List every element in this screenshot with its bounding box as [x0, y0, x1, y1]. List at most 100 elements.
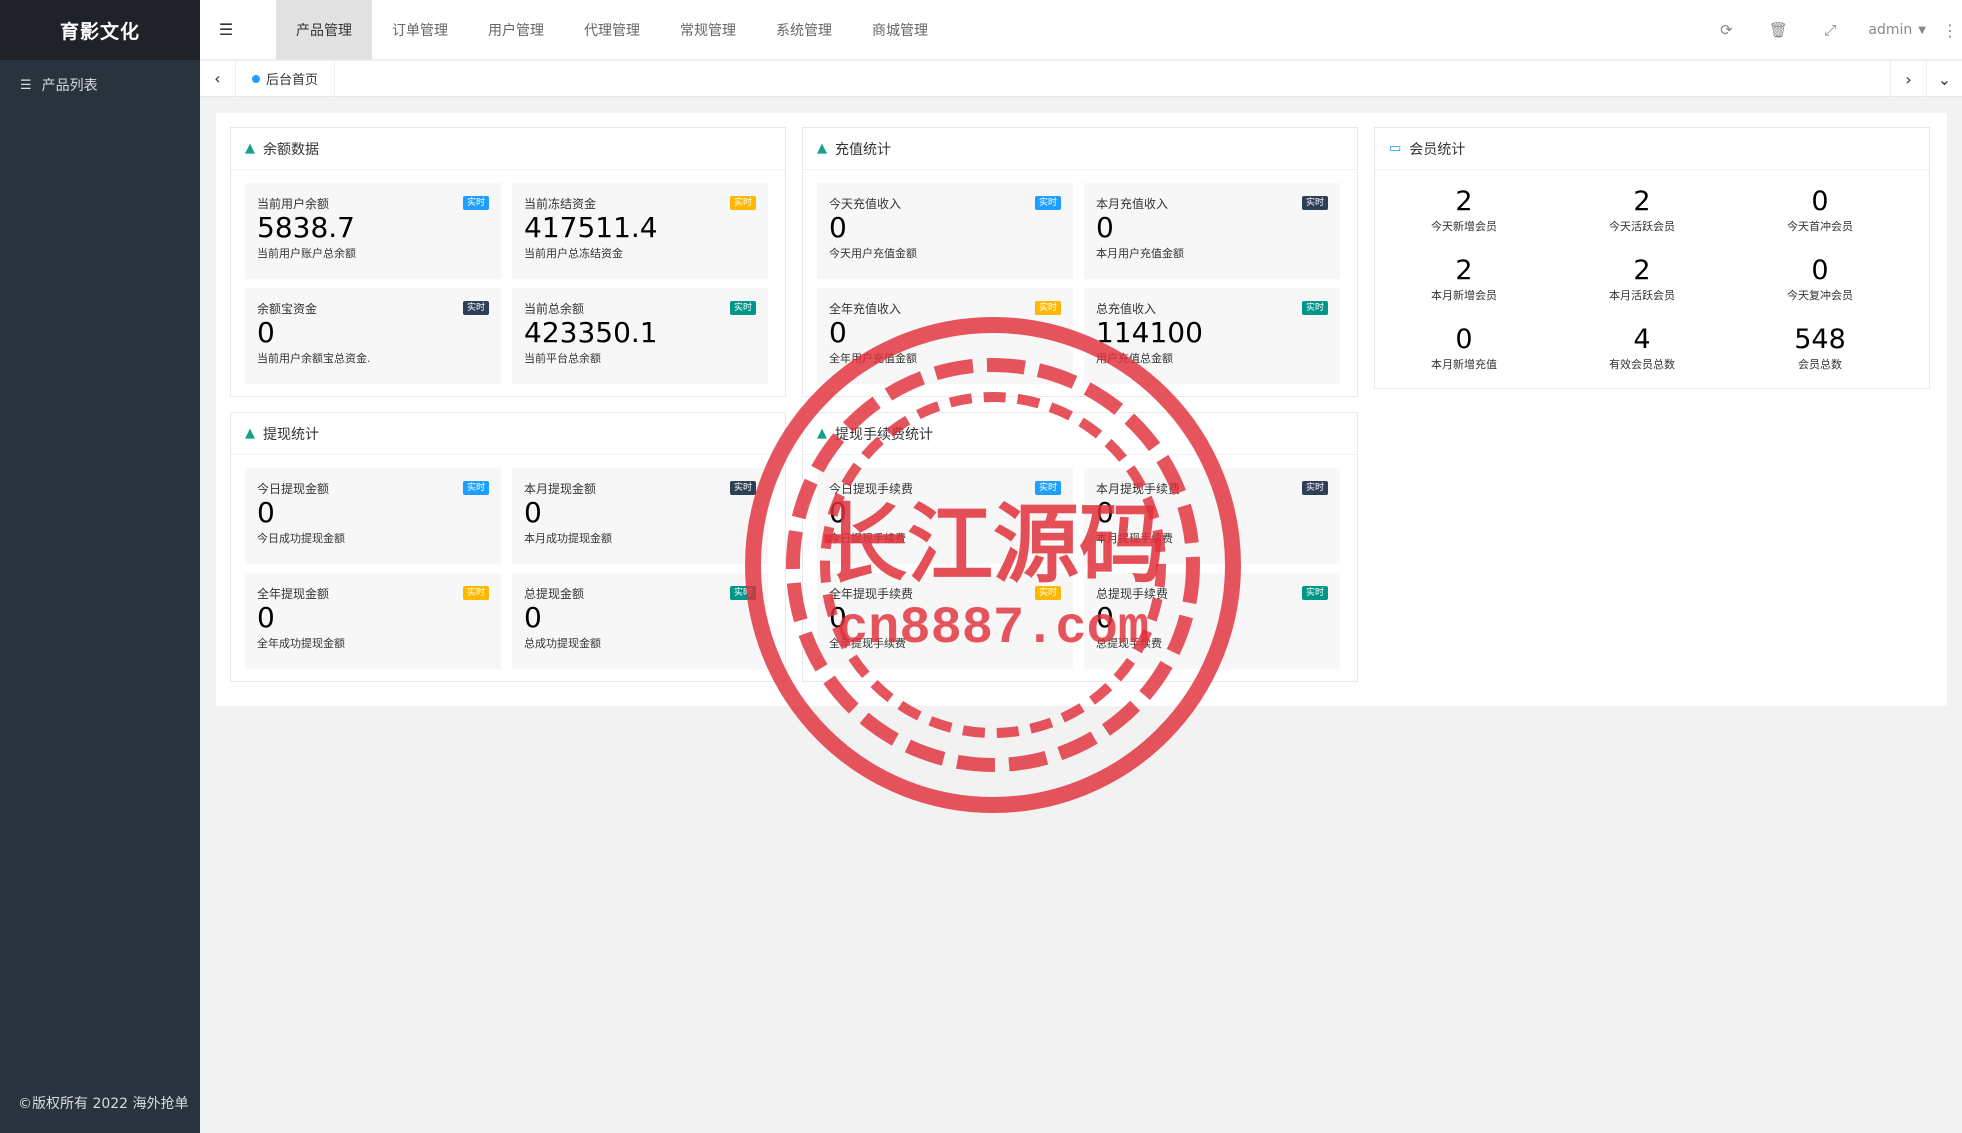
stat-grid: 今天充值收入 0 今天用户充值金额 实时 本月充值收入 0 本月用户充值金额 实… [817, 183, 1343, 384]
stat-card: 全年充值收入 0 全年用户充值金额 实时 [817, 288, 1073, 384]
stat-desc: 今天用户充值金额 [829, 247, 917, 260]
realtime-badge: 实时 [462, 196, 489, 210]
member-stat-value: 4 [1633, 324, 1651, 355]
stat-grid: 当前用户余额 5838.7 当前用户账户总余额 实时 当前冻结资金 417511… [245, 183, 771, 384]
credit-card-icon: ▭ [1389, 141, 1402, 156]
sidebar-item-label: 产品列表 [41, 78, 98, 94]
menu-toggle-icon[interactable]: ☰ [200, 0, 252, 60]
withdraw-panel: ▲ 提现统计 今日提现金额 0 今日成功提现金额 实时 本月提现金额 0 本月成… [230, 412, 786, 682]
stat-card: 今日提现手续费 0 今日提现手续费 实时 [817, 468, 1073, 564]
app-logo[interactable]: 育影文化 [0, 0, 200, 60]
panel-title: 余额数据 [263, 141, 319, 158]
member-stat-label: 本月新增充值 [1431, 358, 1497, 371]
nav-item-product[interactable]: 产品管理 [276, 0, 372, 60]
copyright-text: ©版权所有 2022 海外抢单 [18, 1096, 189, 1112]
tabs-dropdown-icon[interactable]: ⌄ [1926, 61, 1962, 97]
realtime-badge: 实时 [1034, 481, 1061, 495]
member-stat: 0 今天首冲会员 [1731, 186, 1909, 234]
user-menu[interactable]: admin ▼ [1856, 22, 1938, 38]
caret-down-icon: ▼ [1918, 24, 1926, 36]
realtime-badge: 实时 [1301, 586, 1328, 600]
stat-card: 总提现手续费 0 总提现手续费 实时 [1084, 573, 1340, 669]
member-stat: 0 今天复冲会员 [1731, 255, 1909, 303]
stat-desc: 今日成功提现金额 [257, 532, 345, 545]
stat-value: 114100 [1096, 316, 1203, 349]
member-stat-value: 0 [1811, 255, 1829, 286]
stat-card: 本月提现手续费 0 本月提现手续费 实时 [1084, 468, 1340, 564]
member-stat-value: 2 [1633, 186, 1651, 217]
realtime-badge: 实时 [1301, 301, 1328, 315]
stat-value: 0 [257, 316, 275, 349]
stat-label: 总提现手续费 [1096, 587, 1169, 601]
refresh-icon[interactable]: ⟳ [1700, 0, 1752, 60]
panel-header: ▲ 充值统计 [803, 128, 1357, 170]
stat-value: 423350.1 [524, 316, 658, 349]
panel-title: 会员统计 [1409, 141, 1466, 158]
realtime-badge: 实时 [1034, 301, 1061, 315]
stat-label: 当前冻结资金 [524, 197, 597, 211]
stat-card: 本月充值收入 0 本月用户充值金额 实时 [1084, 183, 1340, 279]
stat-value: 5838.7 [257, 211, 355, 244]
stat-grid: 今日提现手续费 0 今日提现手续费 实时 本月提现手续费 0 本月提现手续费 实… [817, 468, 1343, 669]
stat-desc: 全年成功提现金额 [257, 637, 345, 650]
header-tools: ⟳ 🗑 ⤢ admin ▼ ⋮ [1700, 0, 1962, 60]
warning-icon: ▲ [245, 426, 255, 441]
more-vertical-icon[interactable]: ⋮ [1938, 21, 1962, 40]
stat-card: 今天充值收入 0 今天用户充值金额 实时 [817, 183, 1073, 279]
stat-desc: 当前用户总冻结资金 [524, 247, 623, 260]
stat-value: 0 [524, 601, 542, 634]
stat-label: 总提现金额 [524, 587, 585, 601]
sidebar-item-product-list[interactable]: ☰ 产品列表 [0, 60, 200, 110]
realtime-badge: 实时 [1034, 586, 1061, 600]
active-dot-icon [252, 74, 260, 83]
tabs-next-icon[interactable]: › [1890, 61, 1926, 97]
trash-icon[interactable]: 🗑 [1752, 0, 1804, 60]
realtime-badge: 实时 [729, 196, 756, 210]
member-stat-value: 2 [1633, 255, 1651, 286]
realtime-badge: 实时 [729, 301, 756, 315]
nav-item-agent[interactable]: 代理管理 [564, 0, 660, 60]
stat-label: 本月提现金额 [524, 482, 597, 496]
member-panel: ▭ 会员统计 2 今天新增会员 2 今天活跃会员 0 今天首冲会员 2 本月新增… [1374, 127, 1930, 389]
stat-desc: 用户充值总金额 [1096, 352, 1173, 365]
member-stat: 2 今天活跃会员 [1553, 186, 1731, 234]
realtime-badge: 实时 [1301, 196, 1328, 210]
stat-value: 0 [1096, 496, 1114, 529]
balance-panel: ▲ 余额数据 当前用户余额 5838.7 当前用户账户总余额 实时 当前冻结资金… [230, 127, 786, 397]
nav-item-mall[interactable]: 商城管理 [852, 0, 948, 60]
nav-item-order[interactable]: 订单管理 [372, 0, 468, 60]
tab-home-label: 后台首页 [266, 73, 319, 88]
panel-header: ▭ 会员统计 [1375, 128, 1929, 170]
panel-title: 提现统计 [263, 426, 319, 443]
fullscreen-icon[interactable]: ⤢ [1804, 0, 1856, 60]
stat-value: 0 [524, 496, 542, 529]
stat-label: 今日提现手续费 [829, 482, 914, 496]
nav-item-general[interactable]: 常规管理 [660, 0, 756, 60]
realtime-badge: 实时 [729, 481, 756, 495]
stat-card: 当前冻结资金 417511.4 当前用户总冻结资金 实时 [512, 183, 768, 279]
stat-card: 今日提现金额 0 今日成功提现金额 实时 [245, 468, 501, 564]
sidebar: 育影文化 ☰ 产品列表 ©版权所有 2022 海外抢单 [0, 0, 200, 1133]
member-stat-value: 548 [1794, 324, 1846, 355]
nav-item-system[interactable]: 系统管理 [756, 0, 852, 60]
top-nav: 产品管理 订单管理 用户管理 代理管理 常规管理 系统管理 商城管理 [276, 0, 948, 60]
realtime-badge: 实时 [729, 586, 756, 600]
dashboard-main: ▲ 余额数据 当前用户余额 5838.7 当前用户账户总余额 实时 当前冻结资金… [216, 113, 1947, 706]
realtime-badge: 实时 [1034, 196, 1061, 210]
panel-title: 提现手续费统计 [835, 426, 933, 443]
stat-value: 417511.4 [524, 211, 658, 244]
stat-value: 0 [1096, 601, 1114, 634]
stat-value: 0 [829, 316, 847, 349]
stat-label: 当前总余额 [524, 302, 585, 316]
member-stat: 2 今天新增会员 [1375, 186, 1553, 234]
member-stat-label: 今天首冲会员 [1787, 220, 1853, 233]
stat-desc: 总提现手续费 [1096, 637, 1162, 650]
tabs-prev-icon[interactable]: ‹ [200, 60, 236, 97]
member-stat-value: 0 [1455, 324, 1473, 355]
stat-card: 余额宝资金 0 当前用户余额宝总资金. 实时 [245, 288, 501, 384]
nav-item-user[interactable]: 用户管理 [468, 0, 564, 60]
stat-desc: 今日提现手续费 [829, 532, 906, 545]
tab-home[interactable]: 后台首页 [236, 60, 336, 97]
stat-value: 0 [257, 496, 275, 529]
panel-header: ▲ 提现统计 [231, 413, 785, 455]
